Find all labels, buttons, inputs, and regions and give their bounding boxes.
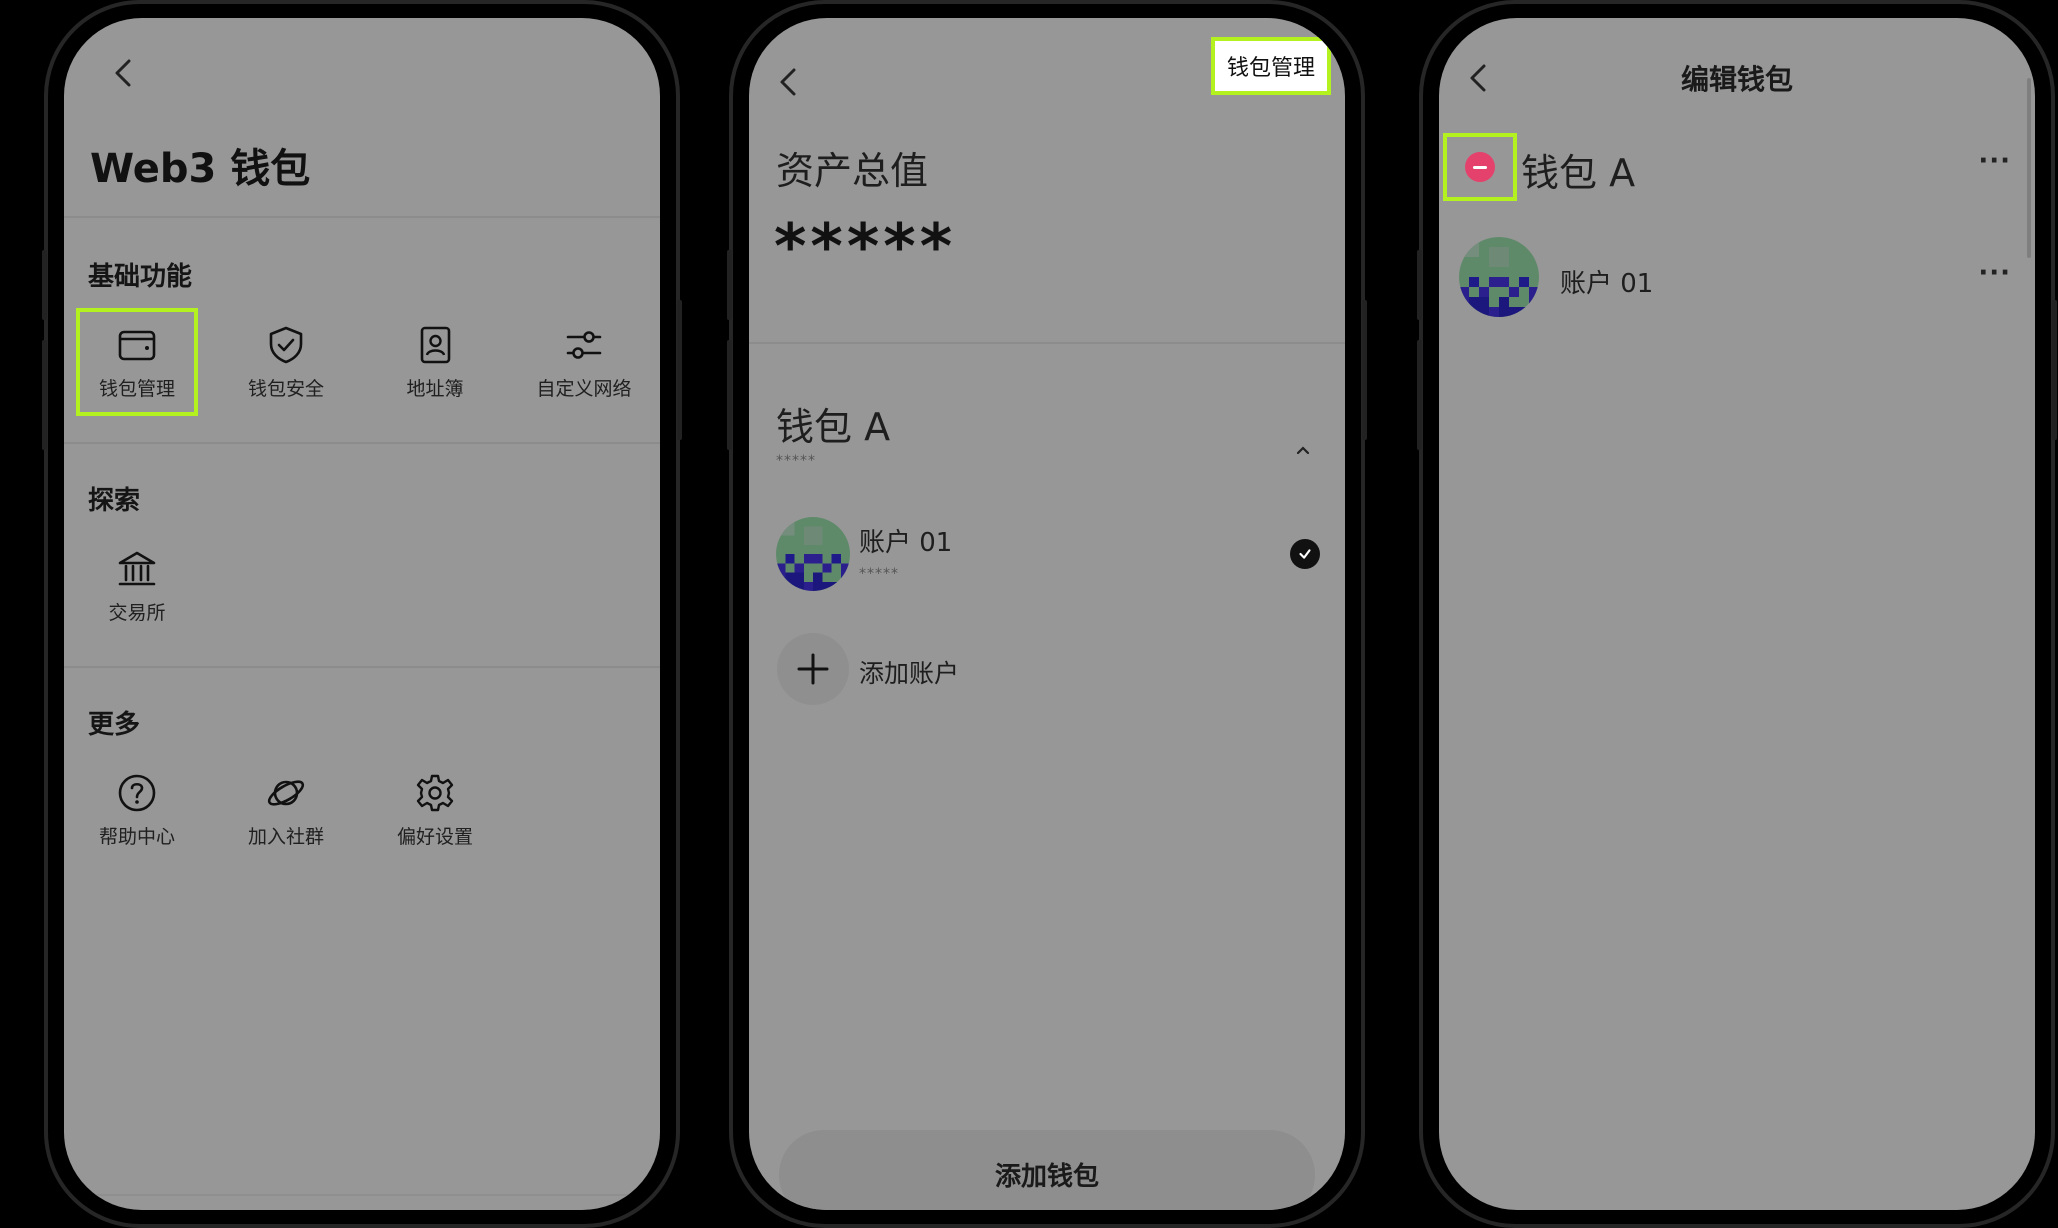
selected-check-icon: [1290, 539, 1320, 569]
tile-label: 偏好设置: [396, 825, 473, 848]
minus-circle-icon: [1465, 152, 1495, 182]
page-title: 编辑钱包: [1680, 63, 1793, 96]
back-icon[interactable]: [769, 62, 809, 102]
wallet-icon: [118, 330, 156, 360]
total-assets-value[interactable]: *****: [774, 210, 956, 283]
sliders-icon: [566, 330, 602, 359]
section-title-basic: 基础功能: [88, 262, 193, 292]
chevron-up-icon[interactable]: [1291, 438, 1315, 462]
wallet-more-icon[interactable]: ···: [1978, 146, 2011, 176]
wallet-name[interactable]: 钱包 A: [1521, 142, 1635, 197]
divider: [64, 1194, 660, 1196]
divider: [64, 442, 660, 444]
screen: 编辑钱包 钱包 A ··· 账户 01 ···: [1439, 18, 2035, 1210]
tile-join-community[interactable]: 加入社群: [225, 756, 347, 864]
tile-label: 钱包管理: [98, 377, 175, 400]
account-masked-balance: *****: [859, 566, 899, 582]
gear-icon: [416, 774, 454, 811]
tile-label: 交易所: [108, 601, 166, 624]
account-avatar: [1459, 237, 1539, 317]
account-name[interactable]: 账户 01: [859, 522, 952, 559]
plus-icon[interactable]: [777, 633, 849, 705]
tile-preferences[interactable]: 偏好设置: [374, 756, 496, 864]
account-more-icon[interactable]: ···: [1978, 258, 2011, 288]
bank-icon: [118, 551, 156, 585]
divider: [64, 666, 660, 668]
scrollbar[interactable]: [2027, 78, 2031, 258]
tile-label: 帮助中心: [98, 825, 175, 848]
phone-edit-wallet: 编辑钱包 钱包 A ··· 账户 01 ···: [1417, 0, 2057, 1228]
wallet-management-button[interactable]: 钱包管理: [1211, 37, 1331, 95]
screen: 钱包管理 资产总值 ***** 钱包 A ***** 账户 01 ***** 添…: [749, 18, 1345, 1210]
page-title: Web3 钱包: [90, 146, 311, 192]
wallet-name[interactable]: 钱包 A: [776, 396, 890, 451]
tile-exchange[interactable]: 交易所: [76, 532, 198, 640]
account-name[interactable]: 账户 01: [1560, 263, 1653, 300]
tile-label: 自定义网络: [536, 377, 632, 400]
back-icon[interactable]: [104, 53, 144, 93]
tile-help-center[interactable]: 帮助中心: [76, 756, 198, 864]
delete-wallet-button[interactable]: [1443, 133, 1517, 201]
divider: [64, 216, 660, 218]
help-circle-icon: [118, 774, 156, 811]
screen: Web3 钱包 基础功能 钱包管理 钱包安全 地址簿 自定义网络 探索 交易所 …: [64, 18, 660, 1210]
section-title-more: 更多: [88, 710, 141, 740]
tile-custom-network[interactable]: 自定义网络: [523, 308, 645, 416]
section-title-explore: 探索: [88, 486, 141, 516]
tile-wallet-security[interactable]: 钱包安全: [225, 308, 347, 416]
address-book-icon: [420, 326, 451, 363]
phone-web3-wallet: Web3 钱包 基础功能 钱包管理 钱包安全 地址簿 自定义网络 探索 交易所 …: [42, 0, 682, 1228]
total-assets-label: 资产总值: [776, 149, 929, 193]
add-wallet-button[interactable]: 添加钱包: [779, 1130, 1315, 1210]
wallet-masked-balance: *****: [776, 453, 816, 469]
tile-label: 钱包安全: [247, 377, 324, 400]
planet-icon: [267, 779, 305, 806]
add-account-button[interactable]: 添加账户: [859, 654, 959, 690]
divider: [749, 342, 1345, 344]
tile-label: 加入社群: [247, 825, 324, 848]
tile-address-book[interactable]: 地址簿: [374, 308, 496, 416]
tile-label: 地址簿: [406, 377, 464, 400]
shield-check-icon: [269, 326, 303, 363]
phone-wallet-overview: 钱包管理 资产总值 ***** 钱包 A ***** 账户 01 ***** 添…: [727, 0, 1367, 1228]
tile-wallet-management[interactable]: 钱包管理: [76, 308, 198, 416]
account-avatar: [776, 517, 850, 591]
